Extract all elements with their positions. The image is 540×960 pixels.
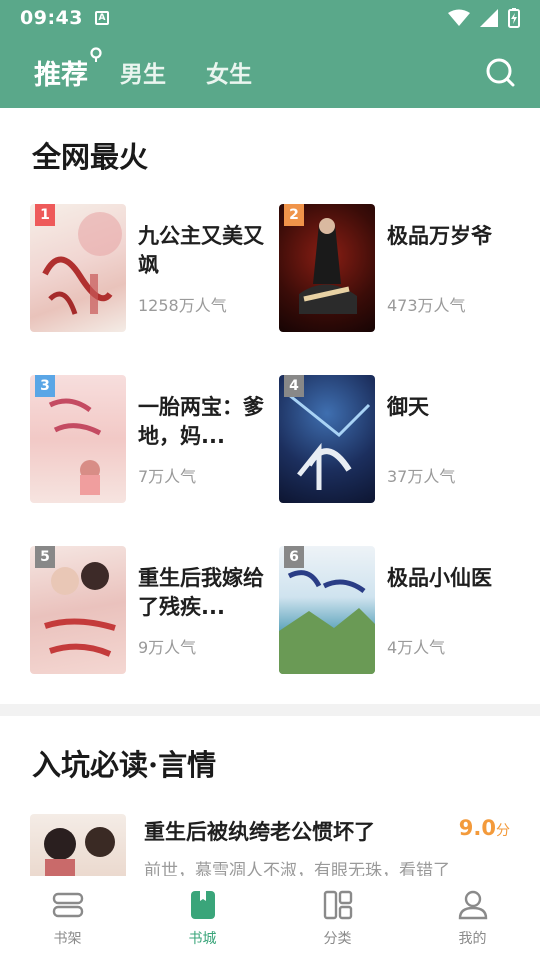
notification-icon: A bbox=[94, 11, 109, 25]
book-card[interactable]: 3 一胎两宝：爹地，妈... 7万人气 bbox=[30, 375, 270, 505]
category-icon bbox=[323, 890, 352, 920]
status-icons bbox=[448, 8, 520, 28]
wifi-icon bbox=[448, 9, 470, 26]
section-title-hot: 全网最火 bbox=[32, 140, 149, 174]
bookstore-icon bbox=[190, 891, 215, 919]
battery-icon bbox=[508, 8, 520, 28]
top-header: 推荐 男生 女生 bbox=[0, 36, 540, 108]
signal-icon bbox=[480, 9, 498, 27]
book-popularity: 1258万人气 bbox=[138, 296, 227, 315]
book-title: 极品小仙医 bbox=[387, 566, 492, 590]
book-cover: 3 bbox=[30, 375, 126, 503]
book-popularity: 9万人气 bbox=[138, 638, 197, 657]
book-title: 重生后我嫁给了残疾... bbox=[138, 566, 264, 619]
book-cover: 4 bbox=[279, 375, 375, 503]
book-popularity: 473万人气 bbox=[387, 296, 466, 315]
book-card[interactable]: 5 重生后我嫁给了残疾... 9万人气 bbox=[30, 546, 270, 676]
book-cover: 6 bbox=[279, 546, 375, 674]
book-popularity: 4万人气 bbox=[387, 638, 446, 657]
score-unit: 分 bbox=[496, 823, 510, 839]
search-icon[interactable] bbox=[484, 56, 516, 88]
book-cover: 2 bbox=[279, 204, 375, 332]
book-title: 极品万岁爷 bbox=[387, 224, 492, 248]
book-title: 一胎两宝：爹地，妈... bbox=[138, 395, 264, 448]
rank-badge: 6 bbox=[284, 546, 304, 568]
rank-badge: 2 bbox=[284, 204, 304, 226]
tab-female[interactable]: 女生 bbox=[206, 55, 252, 89]
rank-badge: 5 bbox=[35, 546, 55, 568]
book-card[interactable]: 1 九公主又美又飒 1258万人气 bbox=[30, 204, 270, 334]
book-title: 御天 bbox=[387, 395, 429, 419]
score-value: 9.0 bbox=[458, 816, 496, 840]
location-pin-icon bbox=[90, 46, 102, 62]
bookshelf-icon bbox=[52, 892, 83, 918]
rank-badge: 3 bbox=[35, 375, 55, 397]
tab-recommend-label: 推荐 bbox=[34, 59, 88, 91]
nav-bookstore[interactable]: 书城 bbox=[135, 876, 270, 960]
nav-bookshelf[interactable]: 书架 bbox=[0, 876, 135, 960]
score-badge: 9.0分 bbox=[459, 816, 510, 840]
list-item-title: 重生后被纨绔老公惯坏了 bbox=[144, 820, 375, 844]
profile-icon bbox=[458, 890, 487, 920]
section-divider bbox=[0, 704, 540, 716]
bottom-nav: 书架 书城 分类 我的 bbox=[0, 876, 540, 960]
nav-bookshelf-label: 书架 bbox=[53, 931, 82, 947]
nav-profile-label: 我的 bbox=[458, 931, 487, 947]
status-time: 09:43 bbox=[20, 7, 83, 29]
book-cover: 5 bbox=[30, 546, 126, 674]
book-popularity: 37万人气 bbox=[387, 467, 456, 486]
book-card[interactable]: 6 极品小仙医 4万人气 bbox=[279, 546, 519, 676]
nav-category-label: 分类 bbox=[323, 931, 352, 947]
book-title: 九公主又美又飒 bbox=[138, 224, 264, 277]
book-popularity: 7万人气 bbox=[138, 467, 197, 486]
book-cover: 1 bbox=[30, 204, 126, 332]
status-bar: 09:43 A bbox=[0, 0, 540, 36]
section-title-romance: 入坑必读·言情 bbox=[32, 748, 217, 782]
nav-category[interactable]: 分类 bbox=[270, 876, 405, 960]
nav-profile[interactable]: 我的 bbox=[405, 876, 540, 960]
nav-bookstore-label: 书城 bbox=[188, 931, 217, 947]
tab-male[interactable]: 男生 bbox=[120, 55, 166, 89]
book-card[interactable]: 4 御天 37万人气 bbox=[279, 375, 519, 505]
tab-recommend[interactable]: 推荐 bbox=[34, 46, 102, 92]
rank-badge: 4 bbox=[284, 375, 304, 397]
rank-badge: 1 bbox=[35, 204, 55, 226]
book-card[interactable]: 2 极品万岁爷 473万人气 bbox=[279, 204, 519, 334]
